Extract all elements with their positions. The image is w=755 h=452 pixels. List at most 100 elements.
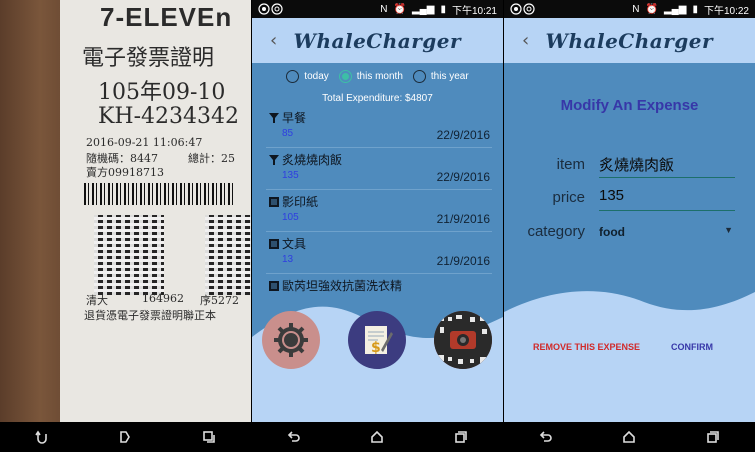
item-amount: 85	[282, 128, 294, 139]
remove-expense-button[interactable]: REMOVE THIS EXPENSE	[533, 342, 640, 352]
home-nav-icon[interactable]	[113, 425, 137, 449]
radio-this-year-icon[interactable]	[412, 70, 426, 83]
item-name: 影印紙	[282, 195, 319, 209]
nfc-icon: N	[632, 3, 640, 15]
receipt-line6: 賣方09918713	[86, 166, 164, 179]
receipt-line8: 退貨憑電子發票證明聯正本	[84, 309, 216, 322]
svg-text:$: $	[371, 340, 381, 356]
nav-bar	[504, 422, 755, 452]
item-name: 炙燒燒肉飯	[282, 153, 343, 167]
expense-list-screen: N ⏰ ▂▄▆ ▮ 下午10:21 ‹ WhaleCharger today t…	[252, 0, 503, 452]
receipt-qr-right	[205, 215, 251, 295]
receipt-line7b: 164962	[142, 292, 184, 305]
settings-button[interactable]	[262, 311, 320, 369]
filter-this-month-label: this month	[356, 71, 403, 82]
item-date: 22/9/2016	[436, 170, 490, 184]
receipt-line5b: 總計：25	[188, 152, 235, 165]
battery-icon: ▮	[440, 3, 446, 15]
price-field[interactable]: 135	[599, 187, 735, 211]
list-icon	[269, 196, 279, 207]
back-arrow-icon[interactable]: ‹	[270, 30, 294, 51]
receipt-line7c: 序5272	[200, 294, 239, 307]
list-item[interactable]: 文具 13 21/9/2016	[266, 232, 492, 274]
modify-expense-screen: N ⏰ ▂▄▆ ▮ 下午10:22 ‹ WhaleCharger Modify …	[504, 0, 755, 452]
status-bar: N ⏰ ▂▄▆ ▮ 下午10:21	[252, 0, 503, 18]
item-name: 文具	[282, 237, 307, 251]
item-amount: 13	[282, 254, 294, 265]
receipt-line4: 2016-09-21 11:06:47	[86, 136, 203, 149]
expense-list: 早餐 85 22/9/2016 炙燒燒肉飯 135 22/9/2016 影印紙 …	[266, 106, 492, 316]
filter-today[interactable]: today	[286, 70, 329, 83]
filter-this-year[interactable]: this year	[412, 70, 469, 83]
item-name: 早餐	[282, 111, 307, 125]
recents-nav-icon[interactable]	[701, 425, 725, 449]
home-nav-icon[interactable]	[617, 425, 641, 449]
filter-this-month[interactable]: this month	[338, 70, 403, 83]
nav-bar	[252, 422, 503, 452]
receipt-photo: 7-ELEVEn 電子發票證明 105年09-10 KH-4234342 201…	[0, 0, 251, 422]
food-icon	[269, 112, 279, 123]
modify-expense-content: Modify An Expense item 炙燒燒肉飯 price 135 c…	[504, 63, 755, 422]
alarm-icon: ⏰	[393, 3, 406, 15]
food-icon	[269, 154, 279, 165]
list-item[interactable]: 歐芮坦強效抗菌洗衣精	[266, 274, 492, 316]
item-date: 22/9/2016	[436, 128, 490, 142]
back-nav-icon[interactable]	[282, 425, 306, 449]
item-amount: 135	[282, 170, 299, 181]
filter-this-year-label: this year	[430, 71, 469, 82]
item-date: 21/9/2016	[436, 254, 490, 268]
app-bar: ‹ WhaleCharger	[252, 18, 503, 63]
category-select[interactable]: food ▼	[599, 225, 735, 239]
add-expense-button[interactable]: $	[348, 311, 406, 369]
receipt-photo-panel: 7-ELEVEn 電子發票證明 105年09-10 KH-4234342 201…	[0, 0, 251, 452]
list-item[interactable]: 影印紙 105 21/9/2016	[266, 190, 492, 232]
app-title: WhaleCharger	[545, 28, 713, 53]
period-filter: today this month this year	[252, 70, 503, 83]
gear-icon	[274, 323, 308, 357]
back-arrow-icon[interactable]: ‹	[522, 30, 546, 51]
qr-camera-icon	[434, 311, 492, 369]
item-row: item 炙燒燒肉飯	[504, 152, 755, 182]
app-bar: ‹ WhaleCharger	[504, 18, 755, 63]
list-item[interactable]: 炙燒燒肉飯 135 22/9/2016	[266, 148, 492, 190]
receipt-line3: KH-4234342	[98, 104, 240, 129]
radio-this-month-icon[interactable]	[338, 70, 352, 83]
price-label: price	[552, 189, 585, 206]
status-time: 下午10:21	[451, 5, 497, 17]
recents-nav-icon[interactable]	[197, 425, 221, 449]
chevron-down-icon: ▼	[724, 225, 733, 235]
status-notification-icon	[258, 3, 283, 15]
receipt-store: 7-ELEVEn	[100, 2, 233, 32]
app-title: WhaleCharger	[293, 28, 461, 53]
back-nav-icon[interactable]	[30, 425, 54, 449]
radio-today-icon[interactable]	[286, 70, 300, 83]
item-name: 歐芮坦強效抗菌洗衣精	[282, 279, 403, 293]
recents-nav-icon[interactable]	[449, 425, 473, 449]
receipt-line7a: 清大	[86, 294, 108, 307]
note-dollar-icon: $	[365, 326, 393, 356]
home-nav-icon[interactable]	[365, 425, 389, 449]
back-nav-icon[interactable]	[534, 425, 558, 449]
nav-bar	[0, 422, 251, 452]
list-item[interactable]: 早餐 85 22/9/2016	[266, 106, 492, 148]
receipt-line1: 電子發票證明	[82, 46, 215, 71]
confirm-button[interactable]: CONFIRM	[671, 342, 713, 352]
screenshot-root: 7-ELEVEn 電子發票證明 105年09-10 KH-4234342 201…	[0, 0, 755, 452]
total-expenditure: Total Expenditure: $4807	[322, 93, 433, 104]
price-row: price 135	[504, 185, 755, 215]
filter-today-label: today	[304, 71, 329, 82]
item-label: item	[556, 156, 585, 173]
page-title: Modify An Expense	[560, 97, 699, 114]
item-amount: 105	[282, 212, 299, 223]
item-date: 21/9/2016	[436, 212, 490, 226]
receipt-qr-left	[94, 215, 164, 295]
receipt-line2: 105年09-10	[98, 80, 226, 105]
receipt-barcode	[84, 183, 234, 205]
category-row: category food ▼	[504, 219, 755, 249]
battery-icon: ▮	[692, 3, 698, 15]
nfc-icon: N	[380, 3, 388, 15]
scan-receipt-button[interactable]	[434, 311, 492, 369]
item-field[interactable]: 炙燒燒肉飯	[599, 154, 735, 178]
list-icon	[269, 238, 279, 249]
list-icon	[269, 280, 279, 291]
